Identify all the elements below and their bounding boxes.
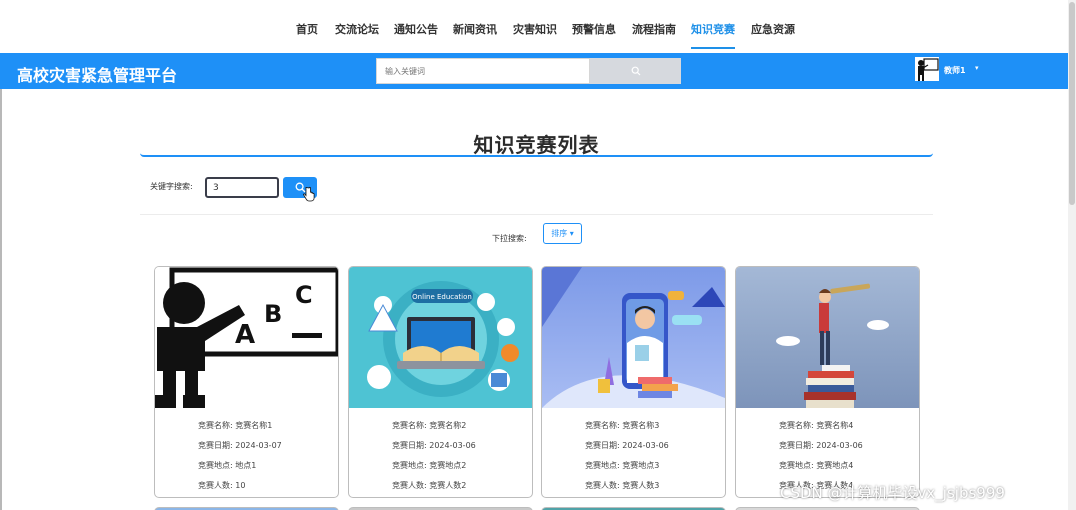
nav-disaster-knowledge[interactable]: 灾害知识	[513, 21, 557, 37]
contest-name-label: 竞赛名称:	[585, 421, 620, 430]
contest-place: 竞赛地点2	[429, 461, 467, 470]
nav-emergency-resources[interactable]: 应急资源	[751, 21, 795, 37]
contest-card[interactable]: Online Education 竞赛名称: 竞赛名称2 竞赛日期: 2024-…	[348, 266, 533, 498]
nav-news[interactable]: 新闻资讯	[453, 21, 497, 37]
contest-date: 2024-03-06	[429, 441, 476, 450]
site-title: 高校灾害紧急管理平台	[17, 66, 178, 85]
sort-dropdown-button[interactable]: 排序 ▾	[543, 223, 582, 244]
top-nav: 首页 交流论坛 通知公告 新闻资讯 灾害知识 预警信息 流程指南 知识竞赛 应急…	[0, 0, 1068, 54]
user-avatar[interactable]	[915, 57, 939, 81]
header-search-button[interactable]	[590, 58, 681, 84]
nav-active-indicator	[691, 47, 735, 49]
doctor-phone-illustration	[542, 267, 725, 408]
teacher-blackboard-illustration: A B C	[155, 267, 338, 408]
hand-pointer-cursor-icon	[303, 186, 315, 202]
contest-name-label: 竞赛名称:	[779, 421, 814, 430]
contest-place-label: 竞赛地点:	[392, 461, 427, 470]
contest-count: 10	[235, 481, 246, 490]
sort-label: 下拉搜索:	[492, 234, 527, 243]
contest-place-label: 竞赛地点:	[198, 461, 233, 470]
user-name[interactable]: 教师1	[944, 65, 966, 76]
contest-name: 竞赛名称1	[235, 421, 273, 430]
section-divider	[140, 214, 933, 215]
contest-date-label: 竞赛日期:	[392, 441, 427, 450]
search-icon	[631, 66, 640, 76]
contest-card[interactable]: 竞赛名称: 竞赛名称4 竞赛日期: 2024-03-06 竞赛地点: 竞赛地点4…	[735, 266, 920, 498]
contest-date-label: 竞赛日期:	[585, 441, 620, 450]
nav-home[interactable]: 首页	[296, 21, 318, 37]
contest-count-label: 竞赛人数:	[585, 481, 620, 490]
contest-place-label: 竞赛地点:	[779, 461, 814, 470]
nav-notice[interactable]: 通知公告	[394, 21, 438, 37]
svg-text:A: A	[235, 320, 255, 350]
telescope-books-illustration	[736, 267, 919, 408]
title-underline	[140, 153, 933, 157]
contest-name-label: 竞赛名称:	[198, 421, 233, 430]
contest-count-label: 竞赛人数:	[198, 481, 233, 490]
contest-place: 地点1	[235, 461, 257, 470]
contest-name: 竞赛名称3	[622, 421, 660, 430]
nav-knowledge-contest[interactable]: 知识竞赛	[691, 21, 735, 37]
contest-date: 2024-03-06	[816, 441, 863, 450]
contest-card[interactable]: 竞赛名称: 竞赛名称3 竞赛日期: 2024-03-06 竞赛地点: 竞赛地点3…	[541, 266, 726, 498]
contest-card[interactable]: A B C 竞赛名称: 竞赛名称1 竞赛日期: 2024-03-07 竞赛地点:…	[154, 266, 339, 498]
contest-date-label: 竞赛日期:	[779, 441, 814, 450]
contest-date: 2024-03-06	[622, 441, 669, 450]
contest-count-label: 竞赛人数:	[392, 481, 427, 490]
csdn-watermark: CSDN @计算机毕设vx_jsjbs999	[780, 484, 1005, 502]
contest-date: 2024-03-07	[235, 441, 282, 450]
nav-forum[interactable]: 交流论坛	[335, 21, 379, 37]
svg-text:B: B	[264, 300, 282, 328]
svg-text:C: C	[295, 281, 313, 309]
contest-count: 竞赛人数3	[622, 481, 660, 490]
contest-date-label: 竞赛日期:	[198, 441, 233, 450]
header-search-input[interactable]	[376, 58, 590, 84]
contest-name-label: 竞赛名称:	[392, 421, 427, 430]
nav-process-guide[interactable]: 流程指南	[632, 21, 676, 37]
contest-place: 竞赛地点4	[816, 461, 854, 470]
contest-place-label: 竞赛地点:	[585, 461, 620, 470]
keyword-search-label: 关键字搜索:	[150, 182, 193, 191]
page-scrollbar[interactable]	[1068, 0, 1076, 510]
online-education-illustration: Online Education	[349, 267, 532, 408]
contest-count: 竞赛人数2	[429, 481, 467, 490]
user-dropdown-caret-icon[interactable]: ▾	[975, 64, 979, 72]
header-bar: 高校灾害紧急管理平台 教师1 ▾	[0, 53, 1068, 89]
keyword-search-input[interactable]	[205, 177, 279, 198]
scrollbar-thumb[interactable]	[1069, 2, 1075, 205]
nav-warning-info[interactable]: 预警信息	[572, 21, 616, 37]
contest-name: 竞赛名称4	[816, 421, 854, 430]
contest-name: 竞赛名称2	[429, 421, 467, 430]
contest-place: 竞赛地点3	[622, 461, 660, 470]
svg-text:Online Education: Online Education	[412, 293, 472, 301]
